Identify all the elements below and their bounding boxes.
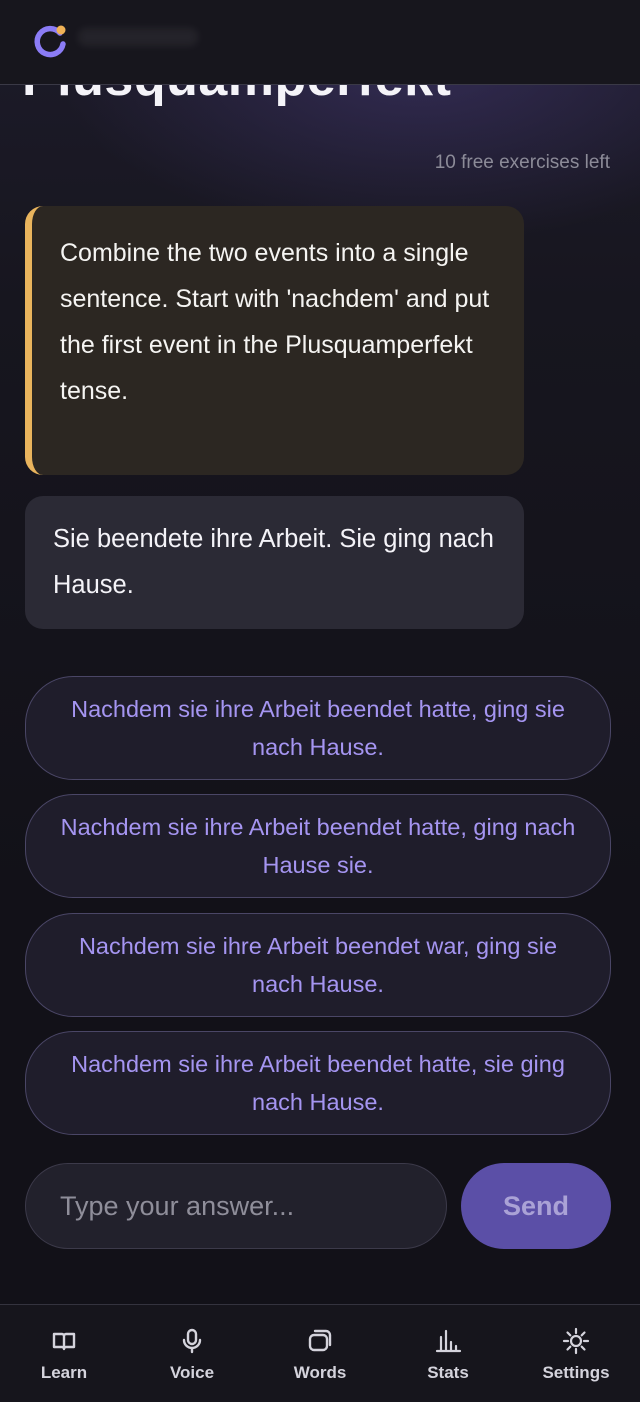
tab-label: Learn (40, 1363, 88, 1382)
bar-chart-icon (435, 1329, 462, 1353)
source-sentence-bubble: Sie beendete ihre Arbeit. Sie ging nach … (25, 496, 524, 629)
free-exercises-counter: 10 free exercises left (434, 152, 610, 173)
answer-option[interactable]: Nachdem sie ihre Arbeit beendet hatte, g… (25, 794, 611, 898)
bottom-tab-bar: Learn Voice Words Stats Settings (0, 1304, 640, 1402)
tab-label: Voice (169, 1363, 215, 1382)
answer-input[interactable] (60, 1190, 412, 1222)
answer-field-container (25, 1163, 447, 1249)
tab-voice[interactable]: Voice (128, 1305, 256, 1402)
send-button[interactable]: Send (461, 1163, 611, 1249)
tab-words[interactable]: Words (256, 1305, 384, 1402)
instruction-bubble: Combine the two events into a single sen… (25, 206, 524, 475)
cards-icon (308, 1329, 332, 1352)
tab-label: Settings (542, 1363, 610, 1382)
answer-option[interactable]: Nachdem sie ihre Arbeit beendet hatte, g… (25, 676, 611, 780)
tab-learn[interactable]: Learn (0, 1305, 128, 1402)
sun-gear-icon (562, 1327, 590, 1355)
tab-stats[interactable]: Stats (384, 1305, 512, 1402)
tab-label: Stats (427, 1363, 469, 1382)
answer-option[interactable]: Nachdem sie ihre Arbeit beendet war, gin… (25, 913, 611, 1017)
answer-option[interactable]: Nachdem sie ihre Arbeit beendet hatte, s… (25, 1031, 611, 1135)
blurred-header-text (78, 28, 198, 46)
top-bar (0, 0, 640, 85)
microphone-icon (182, 1328, 202, 1354)
tab-settings[interactable]: Settings (512, 1305, 640, 1402)
book-icon (52, 1332, 76, 1351)
ring-logo-icon[interactable] (30, 22, 70, 62)
tab-label: Words (293, 1363, 347, 1382)
